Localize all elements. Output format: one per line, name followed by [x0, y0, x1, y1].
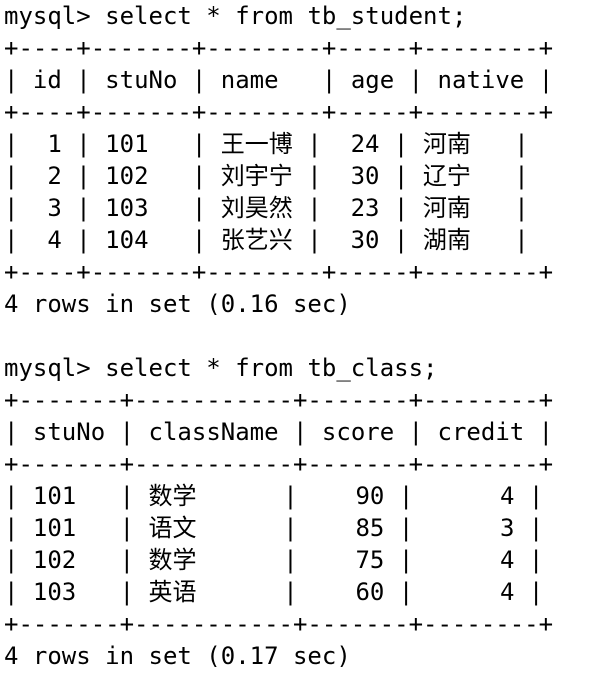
column-header-name: name	[220, 66, 279, 94]
column-header-age: age	[350, 66, 395, 94]
sql-command: select * from tb_student;	[105, 2, 467, 30]
column-header-stuno: stuNo	[105, 66, 178, 94]
cell-stuno: 103	[32, 578, 77, 606]
table-row: | 2 | 102 | 刘宇宁 | 30 | 辽宁 |	[4, 162, 529, 190]
result-summary: 4 rows in set (0.17 sec)	[4, 642, 351, 670]
cell-stuno: 102	[105, 162, 149, 190]
cell-id: 3	[47, 194, 62, 222]
cell-name: 刘宇宁	[220, 162, 293, 190]
table-row: | 101 | 数学 | 90 | 4 |	[4, 482, 544, 510]
cell-age: 30	[350, 162, 380, 190]
cell-score: 90	[355, 482, 385, 510]
cell-name: 王一博	[220, 130, 293, 158]
table-row: | 4 | 104 | 张艺兴 | 30 | 湖南 |	[4, 226, 529, 254]
table-header-row: | id | stuNo | name | age | native |	[4, 66, 554, 94]
table-header-row: | stuNo | className | score | credit |	[4, 418, 554, 446]
column-header-score: score	[321, 418, 395, 446]
cell-id: 4	[47, 226, 62, 254]
command-line: mysql> select * from tb_student;	[4, 0, 604, 32]
cell-stuno: 101	[32, 514, 77, 542]
cell-stuno: 103	[105, 194, 149, 222]
table-row: | 103 | 英语 | 60 | 4 |	[4, 578, 544, 606]
cell-classname: 语文	[148, 514, 197, 542]
terminal-window[interactable]: mysql> select * from tb_student; +----+-…	[0, 0, 604, 681]
cell-name: 张艺兴	[220, 226, 293, 254]
cell-stuno: 102	[32, 546, 77, 574]
column-header-classname: className	[148, 418, 279, 446]
cell-classname: 数学	[148, 482, 197, 510]
prompt: mysql>	[4, 354, 91, 382]
cell-id: 2	[47, 162, 62, 190]
table-row: | 3 | 103 | 刘昊然 | 23 | 河南 |	[4, 194, 529, 222]
column-header-native: native	[437, 66, 525, 94]
table-border: +----+-------+--------+-----+--------+	[4, 34, 554, 62]
cell-classname: 英语	[148, 578, 197, 606]
cell-score: 75	[355, 546, 385, 574]
cell-credit: 4	[499, 578, 515, 606]
command-line: mysql> select * from tb_class;	[4, 352, 604, 384]
cell-credit: 4	[499, 482, 515, 510]
prompt: mysql>	[4, 2, 91, 30]
table-row: | 102 | 数学 | 75 | 4 |	[4, 546, 544, 574]
table-border: +----+-------+--------+-----+--------+	[4, 98, 554, 126]
cell-stuno: 101	[32, 482, 77, 510]
cell-age: 30	[350, 226, 380, 254]
cell-native: 辽宁	[422, 162, 471, 190]
column-header-credit: credit	[437, 418, 525, 446]
cell-native: 河南	[422, 130, 471, 158]
table-row: | 1 | 101 | 王一博 | 24 | 河南 |	[4, 130, 529, 158]
cell-age: 23	[350, 194, 380, 222]
column-header-stuno: stuNo	[32, 418, 106, 446]
cell-age: 24	[350, 130, 380, 158]
result-summary: 4 rows in set (0.16 sec)	[4, 290, 351, 318]
cell-classname: 数学	[148, 546, 197, 574]
table-border: +-------+-----------+-------+--------+	[4, 386, 554, 414]
cell-credit: 4	[499, 546, 515, 574]
cell-stuno: 104	[105, 226, 149, 254]
cell-id: 1	[47, 130, 62, 158]
column-header-id: id	[32, 66, 62, 94]
cell-native: 河南	[422, 194, 471, 222]
cell-stuno: 101	[105, 130, 149, 158]
cell-score: 60	[355, 578, 385, 606]
table-border: +-------+-----------+-------+--------+	[4, 610, 554, 638]
table-row: | 101 | 语文 | 85 | 3 |	[4, 514, 544, 542]
cell-native: 湖南	[422, 226, 471, 254]
cell-credit: 3	[499, 514, 515, 542]
table-border: +----+-------+--------+-----+--------+	[4, 258, 554, 286]
cell-name: 刘昊然	[220, 194, 293, 222]
cell-score: 85	[355, 514, 385, 542]
sql-command: select * from tb_class;	[105, 354, 438, 382]
table-border: +-------+-----------+-------+--------+	[4, 450, 554, 478]
